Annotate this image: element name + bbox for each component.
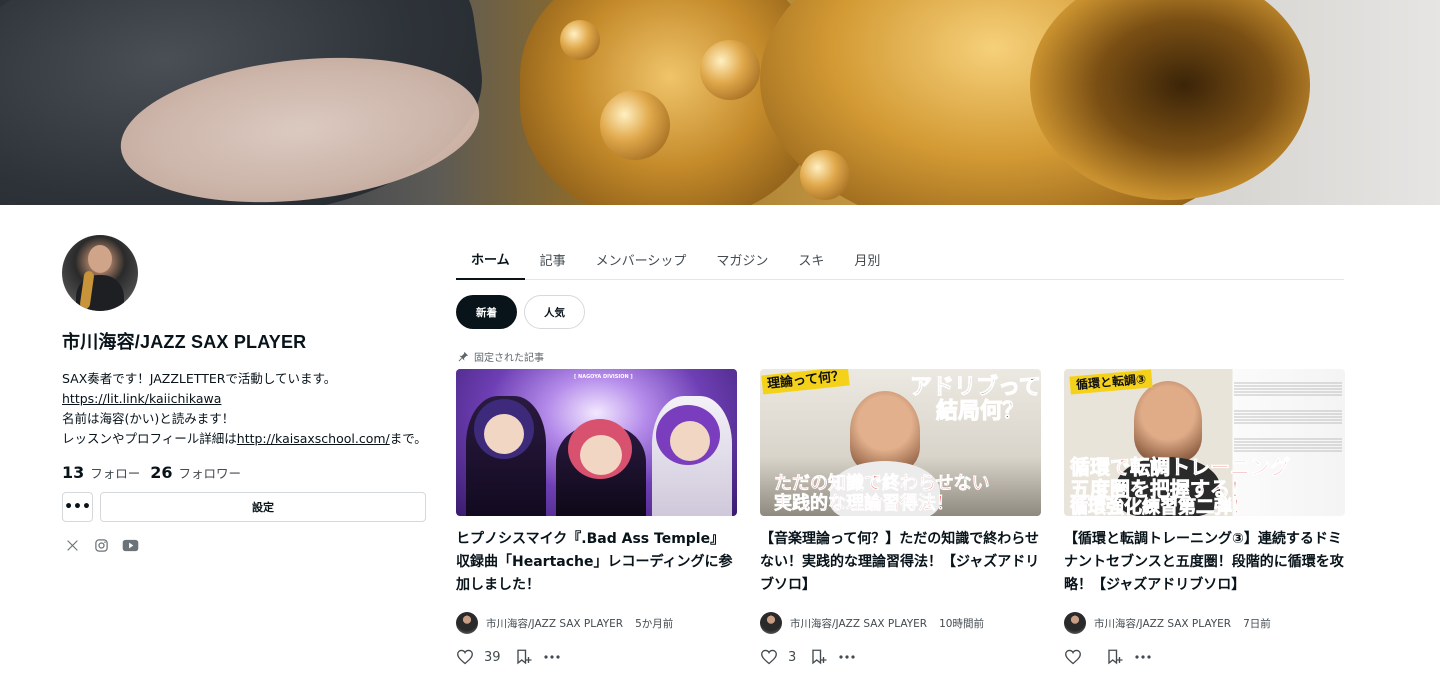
article-meta: 市川海容/JAZZ SAX PLAYER 5か月前	[456, 612, 737, 634]
heart-icon[interactable]	[760, 648, 778, 666]
more-icon: •••	[64, 499, 91, 515]
bio-line: レッスンやプロフィール詳細は	[62, 431, 237, 446]
filter-popular-button[interactable]: 人気	[524, 295, 585, 329]
bio-link-litlink[interactable]: https://lit.link/kaiichikawa	[62, 391, 221, 406]
thumb-line: 循環で転調トレーニング	[1070, 455, 1291, 479]
thumb-headline: アドリブって	[910, 375, 1041, 400]
more-horizontal-icon[interactable]	[1134, 648, 1152, 666]
thumb-tag: 理論って何？	[761, 369, 851, 395]
like-count: 3	[788, 649, 797, 665]
header-banner-image	[0, 0, 1440, 205]
social-links	[64, 537, 139, 554]
thumb-footline: ただの知識で終わらせない	[774, 473, 990, 494]
magazine-add-icon[interactable]	[515, 648, 533, 666]
article-card[interactable]: 循環と転調③ 循環で転調トレーニング 五度圏を把握する！ 循環強化練習第二弾！ …	[1064, 369, 1345, 666]
profile-bio: SAX奏者です！JAZZLETTERで活動しています。 https://lit.…	[62, 369, 442, 449]
author-avatar[interactable]	[456, 612, 478, 634]
settings-button[interactable]: 設定	[100, 492, 426, 522]
follower-count[interactable]: 26	[150, 463, 172, 482]
x-icon[interactable]	[64, 537, 81, 554]
tab-articles[interactable]: 記事	[525, 238, 581, 280]
heart-icon[interactable]	[1064, 648, 1082, 666]
tab-likes[interactable]: スキ	[783, 238, 839, 280]
more-horizontal-icon[interactable]	[838, 648, 856, 666]
like-count: 39	[484, 649, 501, 665]
follow-stats: 13 フォロー 26 フォロワー	[62, 463, 245, 482]
avatar	[62, 235, 138, 311]
more-horizontal-icon[interactable]	[543, 648, 561, 666]
youtube-icon[interactable]	[122, 537, 139, 554]
tab-magazine[interactable]: マガジン	[701, 238, 783, 280]
thumb-line: 五度圏を把握する！	[1070, 477, 1251, 501]
instagram-icon[interactable]	[93, 537, 110, 554]
bio-line: SAX奏者です！JAZZLETTERで活動しています。	[62, 371, 337, 386]
bio-line: 名前は海容(かい)と読みます！	[62, 411, 235, 426]
thumb-line: 循環強化練習第二弾！	[1070, 497, 1251, 516]
heart-icon[interactable]	[456, 648, 474, 666]
bio-line: まで。	[389, 431, 427, 446]
author-name[interactable]: 市川海容/JAZZ SAX PLAYER	[486, 616, 623, 631]
post-time: 10時間前	[939, 617, 984, 630]
article-actions	[1064, 648, 1345, 666]
filter-new-button[interactable]: 新着	[456, 295, 517, 329]
tab-membership[interactable]: メンバーシップ	[581, 238, 702, 280]
pinned-text: 固定された記事	[474, 353, 544, 364]
profile-tabs: ホーム 記事 メンバーシップ マガジン スキ 月別	[456, 238, 1344, 280]
pinned-label: 固定された記事	[458, 349, 544, 364]
bio-link-school[interactable]: http://kaisaxschool.com/	[237, 431, 390, 446]
author-avatar[interactable]	[760, 612, 782, 634]
profile-name: 市川海容/JAZZ SAX PLAYER	[62, 332, 307, 352]
magazine-add-icon[interactable]	[1106, 648, 1124, 666]
article-actions: 3	[760, 648, 1041, 666]
thumb-tag: 循環と転調③	[1069, 369, 1153, 395]
article-actions: 39	[456, 648, 737, 666]
tab-home[interactable]: ホーム	[456, 238, 525, 280]
article-title[interactable]: 【音楽理論って何？】ただの知識で終わらせない！実践的な理論習得法！【ジャズアドリ…	[760, 528, 1041, 598]
article-thumbnail[interactable]: 循環と転調③ 循環で転調トレーニング 五度圏を把握する！ 循環強化練習第二弾！	[1064, 369, 1345, 516]
author-name[interactable]: 市川海容/JAZZ SAX PLAYER	[790, 616, 927, 631]
article-thumbnail[interactable]: 理論って何？ アドリブって 結局何？ ただの知識で終わらせない 実践的な理論習得…	[760, 369, 1041, 516]
thumb-text: [ NAGOYA DIVISION ]	[574, 374, 633, 380]
thumb-footline: 実践的な理論習得法！	[774, 493, 955, 514]
article-thumbnail[interactable]: [ NAGOYA DIVISION ]	[456, 369, 737, 516]
post-time: 5か月前	[635, 617, 674, 630]
follow-label[interactable]: フォロー	[90, 463, 140, 482]
magazine-add-icon[interactable]	[810, 648, 828, 666]
article-title[interactable]: ヒプノシスマイク『.Bad Ass Temple』収録曲「Heartache」レ…	[456, 528, 737, 598]
article-card[interactable]: [ NAGOYA DIVISION ] ヒプノシスマイク『.Bad Ass Te…	[456, 369, 737, 666]
pin-icon	[458, 351, 469, 362]
more-options-button[interactable]: •••	[62, 492, 93, 522]
follower-label[interactable]: フォロワー	[179, 463, 242, 482]
tab-monthly[interactable]: 月別	[839, 238, 895, 280]
article-card[interactable]: 理論って何？ アドリブって 結局何？ ただの知識で終わらせない 実践的な理論習得…	[760, 369, 1041, 666]
thumb-headline: 結局何？	[935, 399, 1025, 424]
follow-count[interactable]: 13	[62, 463, 84, 482]
author-avatar[interactable]	[1064, 612, 1086, 634]
author-name[interactable]: 市川海容/JAZZ SAX PLAYER	[1094, 616, 1231, 631]
article-meta: 市川海容/JAZZ SAX PLAYER 7日前	[1064, 612, 1345, 634]
article-meta: 市川海容/JAZZ SAX PLAYER 10時間前	[760, 612, 1041, 634]
article-title[interactable]: 【循環と転調トレーニング③】連続するドミナントセブンスと五度圏！段階的に循環を攻…	[1064, 528, 1345, 598]
post-time: 7日前	[1243, 617, 1271, 630]
